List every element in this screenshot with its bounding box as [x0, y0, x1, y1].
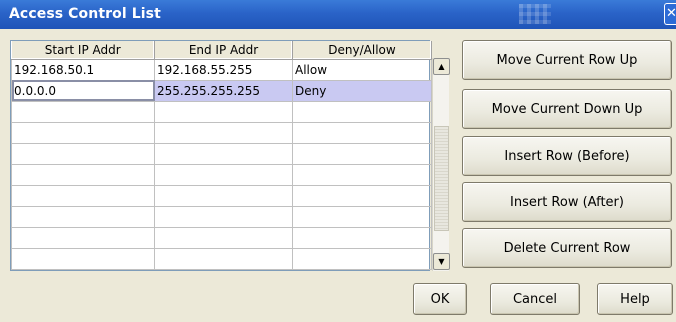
deny-allow-cell[interactable]	[292, 121, 432, 144]
cancel-button[interactable]: Cancel	[490, 283, 580, 315]
table-row[interactable]	[11, 121, 432, 144]
help-button[interactable]: Help	[597, 283, 673, 315]
scroll-up-button[interactable]: ▲	[433, 58, 450, 75]
window-title: Access Control List	[9, 6, 161, 22]
table-row[interactable]	[11, 142, 432, 165]
insert-row-before-button[interactable]: Insert Row (Before)	[462, 136, 672, 176]
deny-allow-cell[interactable]	[292, 205, 432, 228]
grid-header-row: Start IP Addr End IP Addr Deny/Allow	[11, 41, 432, 60]
deny-allow-cell[interactable]: Deny	[292, 79, 432, 102]
delete-row-button[interactable]: Delete Current Row	[462, 228, 672, 268]
deny-allow-cell[interactable]	[292, 184, 432, 207]
start-ip-cell[interactable]	[11, 247, 155, 270]
column-header-end-ip[interactable]: End IP Addr	[154, 41, 293, 60]
start-ip-cell[interactable]	[11, 184, 155, 207]
table-row[interactable]: 192.168.50.1 192.168.55.255 Allow	[11, 58, 432, 81]
deny-allow-cell[interactable]	[292, 100, 432, 123]
table-row[interactable]	[11, 226, 432, 249]
vertical-scrollbar[interactable]: ▲ ▼	[432, 58, 450, 271]
deny-allow-cell[interactable]	[292, 226, 432, 249]
start-ip-cell[interactable]: 192.168.50.1	[11, 58, 155, 81]
table-row[interactable]	[11, 205, 432, 228]
column-header-start-ip[interactable]: Start IP Addr	[11, 41, 155, 60]
table-row[interactable]	[11, 184, 432, 207]
move-row-up-button[interactable]: Move Current Row Up	[462, 40, 672, 80]
table-row[interactable]	[11, 100, 432, 123]
start-ip-cell[interactable]	[11, 226, 155, 249]
table-row[interactable]	[11, 163, 432, 186]
end-ip-cell[interactable]	[154, 205, 293, 228]
title-bar-pattern	[519, 4, 551, 24]
start-ip-cell[interactable]	[11, 100, 155, 123]
end-ip-cell[interactable]: 255.255.255.255	[154, 79, 293, 102]
title-bar: Access Control List ✕	[0, 0, 676, 29]
deny-allow-cell[interactable]	[292, 142, 432, 165]
end-ip-cell[interactable]	[154, 121, 293, 144]
end-ip-cell[interactable]	[154, 142, 293, 165]
arrow-down-icon: ▼	[438, 257, 445, 266]
end-ip-cell[interactable]: 192.168.55.255	[154, 58, 293, 81]
end-ip-cell[interactable]	[154, 247, 293, 270]
start-ip-cell[interactable]	[11, 163, 155, 186]
end-ip-cell[interactable]	[154, 226, 293, 249]
column-header-deny-allow[interactable]: Deny/Allow	[292, 41, 432, 60]
start-ip-cell[interactable]: 0.0.0.0	[11, 79, 155, 102]
end-ip-cell[interactable]	[154, 184, 293, 207]
end-ip-cell[interactable]	[154, 163, 293, 186]
move-row-down-button[interactable]: Move Current Down Up	[462, 89, 672, 129]
start-ip-cell[interactable]	[11, 142, 155, 165]
start-ip-cell[interactable]	[11, 121, 155, 144]
table-row[interactable]: 0.0.0.0 255.255.255.255 Deny	[11, 79, 432, 102]
deny-allow-cell[interactable]	[292, 247, 432, 270]
start-ip-cell[interactable]	[11, 205, 155, 228]
deny-allow-cell[interactable]: Allow	[292, 58, 432, 81]
ok-button[interactable]: OK	[413, 283, 467, 315]
close-icon[interactable]: ✕	[664, 3, 676, 25]
scrollbar-thumb[interactable]	[434, 126, 449, 231]
deny-allow-cell[interactable]	[292, 163, 432, 186]
arrow-up-icon: ▲	[438, 62, 445, 71]
acl-grid[interactable]: Start IP Addr End IP Addr Deny/Allow 192…	[10, 40, 432, 271]
table-row[interactable]	[11, 247, 432, 270]
insert-row-after-button[interactable]: Insert Row (After)	[462, 182, 672, 222]
end-ip-cell[interactable]	[154, 100, 293, 123]
scroll-down-button[interactable]: ▼	[433, 253, 450, 270]
